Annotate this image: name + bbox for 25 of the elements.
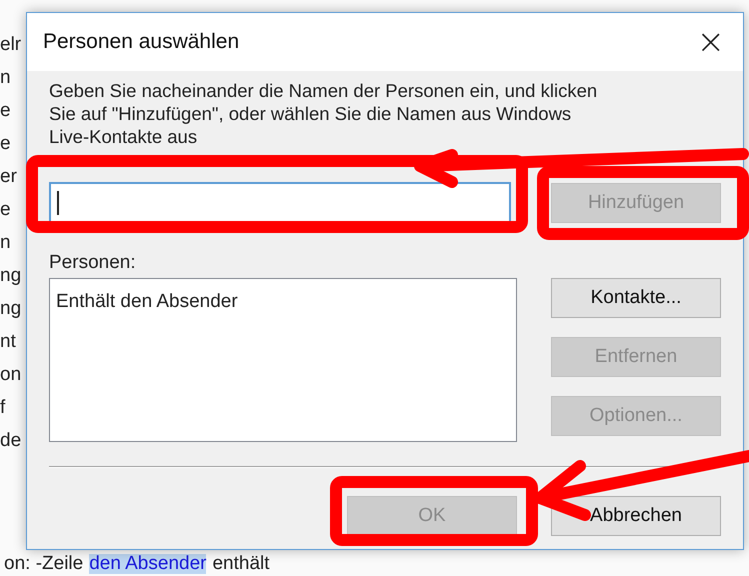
persons-list[interactable]: Enthält den Absender <box>49 278 517 442</box>
text-fragment: e <box>0 133 12 154</box>
status-text: enthält <box>212 554 270 574</box>
name-input-field[interactable] <box>49 182 511 224</box>
text-fragment: n <box>0 67 12 88</box>
dialog-button[interactable]: Kontakte... <box>551 278 721 318</box>
status-text: on: -Zeile <box>4 554 84 574</box>
instructions-text: Geben Sie nacheinander die Namen der Personen ein, und klicken Sie auf "Hinzufügen", oder wählen Sie die Namen aus Windows Live-Kontakte aus <box>49 79 598 148</box>
close-button[interactable]: × <box>690 25 731 59</box>
sender-link[interactable]: den Absender <box>89 554 206 574</box>
text-fragment: de <box>0 430 22 451</box>
text-fragment: e <box>0 199 12 220</box>
text-fragment: f <box>0 397 6 418</box>
list-item[interactable]: Enthält den Absender <box>56 291 238 313</box>
text-fragment: elr <box>0 34 22 55</box>
text-fragment: nt <box>0 331 17 352</box>
text-fragment: er <box>0 166 18 187</box>
text-fragment: n <box>0 232 12 253</box>
dialog-button[interactable]: Abbrechen <box>551 496 721 536</box>
window-title: Personen auswählen <box>43 30 240 54</box>
persons-label: Personen: <box>49 252 137 274</box>
text-fragment: ng <box>0 265 22 286</box>
text-fragment: on <box>0 364 22 385</box>
text-fragment: e <box>0 100 12 121</box>
text-fragment: ng <box>0 298 22 319</box>
